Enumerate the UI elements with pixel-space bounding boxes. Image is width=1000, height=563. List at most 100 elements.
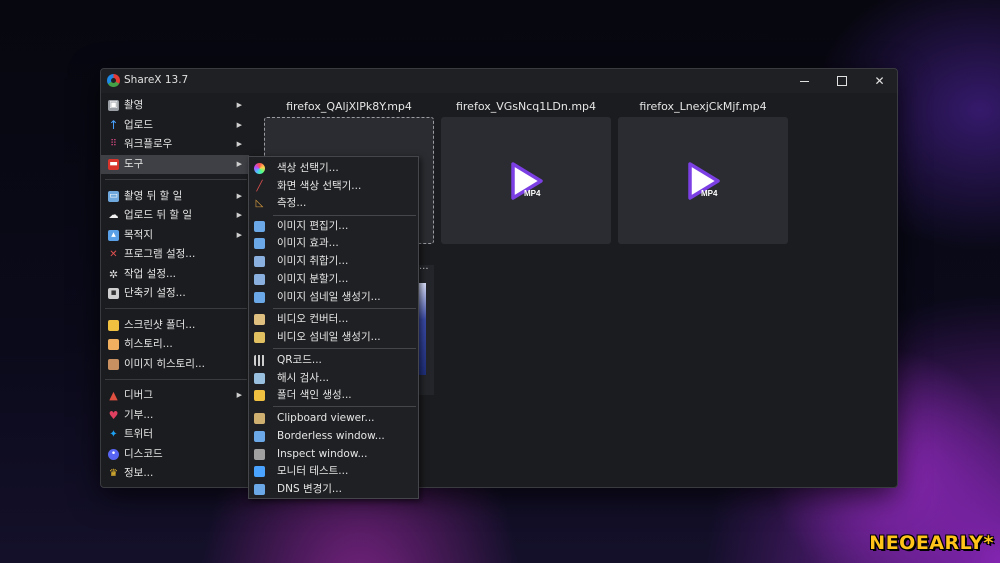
title-bar[interactable]: ShareX 13.7 ✕ [101, 69, 897, 93]
image-thumbnail-icon [254, 292, 265, 303]
clipboard-icon [254, 413, 265, 424]
wrench-icon: ✕ [109, 249, 118, 260]
image-history-icon [108, 359, 119, 370]
menu-item-capture[interactable]: ▣ 촬영 ▶ [101, 96, 249, 115]
menu-item-task-settings[interactable]: ✲ 작업 설정... [101, 265, 249, 284]
menu-separator [273, 348, 416, 349]
submenu-arrow-icon: ▶ [236, 160, 242, 168]
inspect-window-icon [254, 449, 265, 460]
menu-item-after-capture[interactable]: ▭ 촬영 뒤 할 일 ▶ [101, 187, 249, 206]
menu-item-about[interactable]: ♛ 정보... [101, 464, 249, 483]
gear-icon: ✲ [108, 268, 119, 281]
menu-item-destinations[interactable]: ▴ 목적지 ▶ [101, 226, 249, 245]
submenu-item-monitor-test[interactable]: 모니터 테스트... [249, 462, 418, 480]
submenu-item-index-folder[interactable]: 폴더 색인 생성... [249, 386, 418, 404]
color-wheel-icon [254, 163, 265, 174]
submenu-item-qr-code[interactable]: QR코드... [249, 351, 418, 369]
menu-item-debug[interactable]: ▲ 디버그 ▶ [101, 386, 249, 405]
menu-separator [105, 379, 247, 380]
menu-item-application-settings[interactable]: ✕ 프로그램 설정... [101, 245, 249, 264]
menu-item-discord[interactable]: • 디스코드 [101, 445, 249, 464]
image-effects-icon [254, 238, 265, 249]
submenu-item-image-effects[interactable]: 이미지 효과... [249, 234, 418, 252]
tools-submenu: 색상 선택기... ╱ 화면 색상 선택기... ◺ 측정... 이미지 편집기… [248, 156, 419, 499]
maximize-button[interactable] [823, 69, 860, 93]
menu-item-workflows[interactable]: ⠿ 워크플로우 ▶ [101, 135, 249, 154]
menu-item-upload[interactable]: ↑ 업로드 ▶ [101, 116, 249, 135]
submenu-item-image-editor[interactable]: 이미지 편집기... [249, 217, 418, 235]
thumbnail-title: firefox_QAljXlPk8Y.mp4 [286, 100, 412, 113]
submenu-item-video-thumbnailer[interactable]: 비디오 섬네일 생성기... [249, 328, 418, 346]
submenu-arrow-icon: ▶ [236, 231, 242, 239]
minimize-button[interactable] [786, 69, 823, 93]
submenu-item-inspect-window[interactable]: Inspect window... [249, 445, 418, 463]
menu-item-after-upload[interactable]: ☁ 업로드 뒤 할 일 ▶ [101, 206, 249, 225]
menu-separator [273, 215, 416, 216]
watermark-logo: NEOEARLY* [869, 532, 994, 554]
menu-separator [105, 308, 247, 309]
bug-icon: ▲ [109, 389, 118, 402]
thumbnail-video-3[interactable]: MP4 [618, 117, 788, 244]
video-thumbnail-icon [254, 332, 265, 343]
hash-check-icon [254, 373, 265, 384]
thumbnail-title: firefox_VGsNcq1LDn.mp4 [455, 100, 597, 113]
image-combiner-icon [254, 256, 265, 267]
video-converter-icon [254, 314, 265, 325]
monitor-icon [254, 466, 265, 477]
submenu-item-image-combiner[interactable]: 이미지 취합기... [249, 252, 418, 270]
grid-icon: ⠿ [110, 139, 117, 149]
submenu-item-clipboard-viewer[interactable]: Clipboard viewer... [249, 409, 418, 427]
menu-item-image-history[interactable]: 이미지 히스토리... [101, 355, 249, 374]
discord-icon: • [108, 449, 119, 460]
ruler-icon: ◺ [255, 198, 264, 209]
heart-icon: ♥ [108, 409, 119, 422]
menu-item-screenshots-folder[interactable]: 스크린샷 폴더... [101, 316, 249, 335]
menu-separator [105, 179, 247, 180]
submenu-item-image-splitter[interactable]: 이미지 분할기... [249, 270, 418, 288]
menu-item-hotkey-settings[interactable]: ▪ 단축키 설정... [101, 284, 249, 303]
keyboard-icon: ▪ [108, 288, 119, 299]
menu-item-twitter[interactable]: ✦ 트위터 [101, 425, 249, 444]
submenu-item-screen-color-picker[interactable]: ╱ 화면 색상 선택기... [249, 177, 418, 195]
camera-icon: ▣ [108, 100, 119, 111]
submenu-arrow-icon: ▶ [236, 391, 242, 399]
submenu-item-dns-changer[interactable]: DNS 변경기... [249, 480, 418, 498]
close-button[interactable]: ✕ [861, 69, 898, 93]
thumbnail-title-ellipsis: ... [419, 261, 429, 272]
history-icon [108, 339, 119, 350]
sharex-main-window: ShareX 13.7 ✕ ▣ 촬영 ▶ ↑ 업로드 ▶ ⠿ 워크플로우 ▶ ▬… [100, 68, 898, 488]
borderless-window-icon [254, 431, 265, 442]
menu-item-history[interactable]: 히스토리... [101, 335, 249, 354]
folder-icon [108, 320, 119, 331]
cloud-icon: ☁ [108, 210, 119, 221]
thumbnail-image-preview [419, 283, 426, 375]
submenu-item-image-thumbnailer[interactable]: 이미지 섬네일 생성기... [249, 288, 418, 306]
mp4-play-icon: MP4 [506, 161, 546, 201]
thumbnail-video-2[interactable]: MP4 [441, 117, 611, 244]
thumbnail-title: firefox_LnexjCkMjf.mp4 [639, 100, 767, 113]
folder-index-icon [254, 390, 265, 401]
toolbox-icon: ▬ [108, 159, 119, 170]
submenu-item-video-converter[interactable]: 비디오 컨버터... [249, 310, 418, 328]
menu-item-tools[interactable]: ▬ 도구 ▶ [101, 155, 249, 174]
submenu-arrow-icon: ▶ [236, 211, 242, 219]
twitter-icon: ✦ [109, 429, 118, 440]
submenu-item-hash-check[interactable]: 해시 검사... [249, 369, 418, 387]
submenu-arrow-icon: ▶ [236, 140, 242, 148]
submenu-item-color-picker[interactable]: 색상 선택기... [249, 159, 418, 177]
mp4-play-icon: MP4 [683, 161, 723, 201]
image-editor-icon [254, 221, 265, 232]
qr-code-icon [254, 355, 265, 366]
image-splitter-icon [254, 274, 265, 285]
eyedropper-icon: ╱ [256, 181, 263, 192]
dns-icon [254, 484, 265, 495]
submenu-arrow-icon: ▶ [236, 192, 242, 200]
destination-icon: ▴ [108, 230, 119, 241]
menu-separator [273, 406, 416, 407]
submenu-item-borderless-window[interactable]: Borderless window... [249, 427, 418, 445]
submenu-item-ruler[interactable]: ◺ 측정... [249, 194, 418, 212]
sharex-logo-icon [107, 74, 120, 87]
crown-icon: ♛ [109, 468, 118, 479]
menu-item-donate[interactable]: ♥ 기부... [101, 406, 249, 425]
submenu-arrow-icon: ▶ [236, 101, 242, 109]
